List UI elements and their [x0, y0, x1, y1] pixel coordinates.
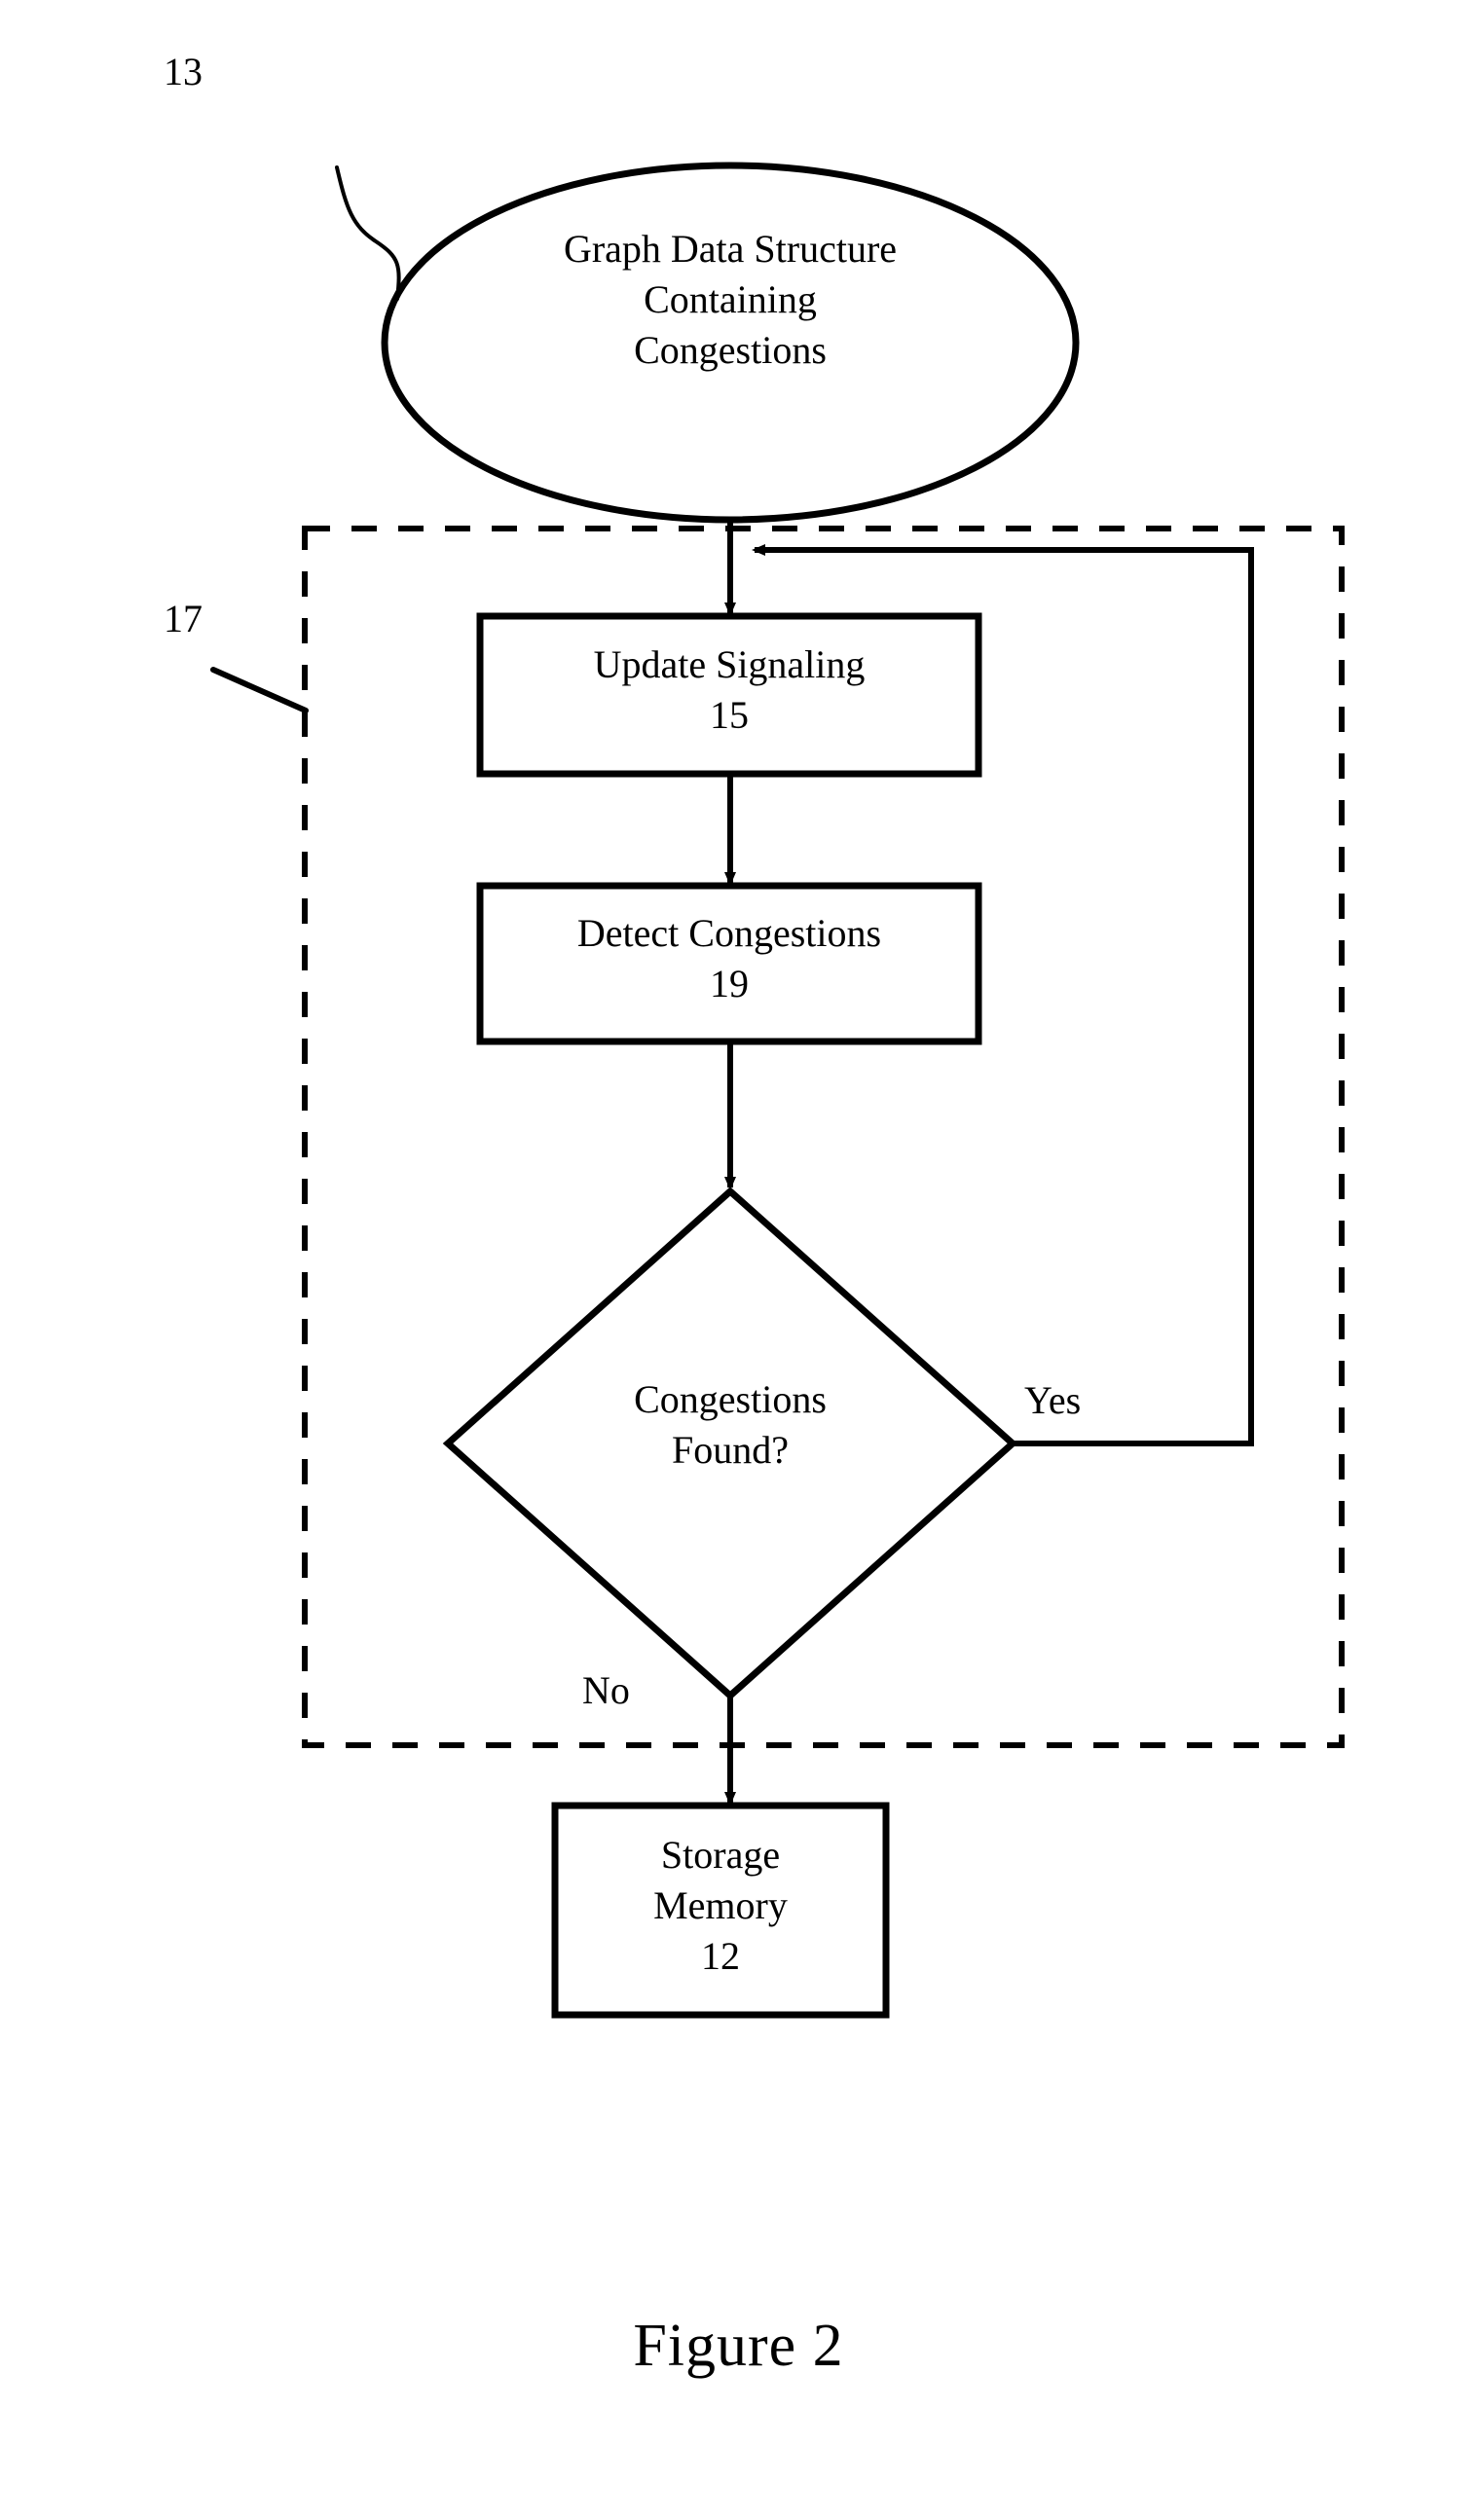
decision-diamond-shape: [442, 1187, 1018, 1700]
leader-line-13: [335, 165, 401, 301]
figure-page: Graph Data Structure Containing Congesti…: [0, 0, 1477, 2520]
leader-line-17: [210, 667, 309, 713]
detect-congestions-box: [476, 882, 982, 1045]
edge-label-no: No: [582, 1668, 630, 1712]
storage-memory-box: [551, 1802, 890, 2019]
reference-numeral-13: 13: [164, 50, 203, 93]
update-signaling-box: [476, 612, 982, 778]
figure-caption: Figure 2: [633, 2313, 844, 2379]
reference-numeral-17: 17: [164, 597, 203, 640]
flowchart-canvas: [210, 162, 1345, 2019]
start-ellipse-shape: [381, 162, 1080, 524]
edge-label-yes: Yes: [1024, 1378, 1082, 1422]
